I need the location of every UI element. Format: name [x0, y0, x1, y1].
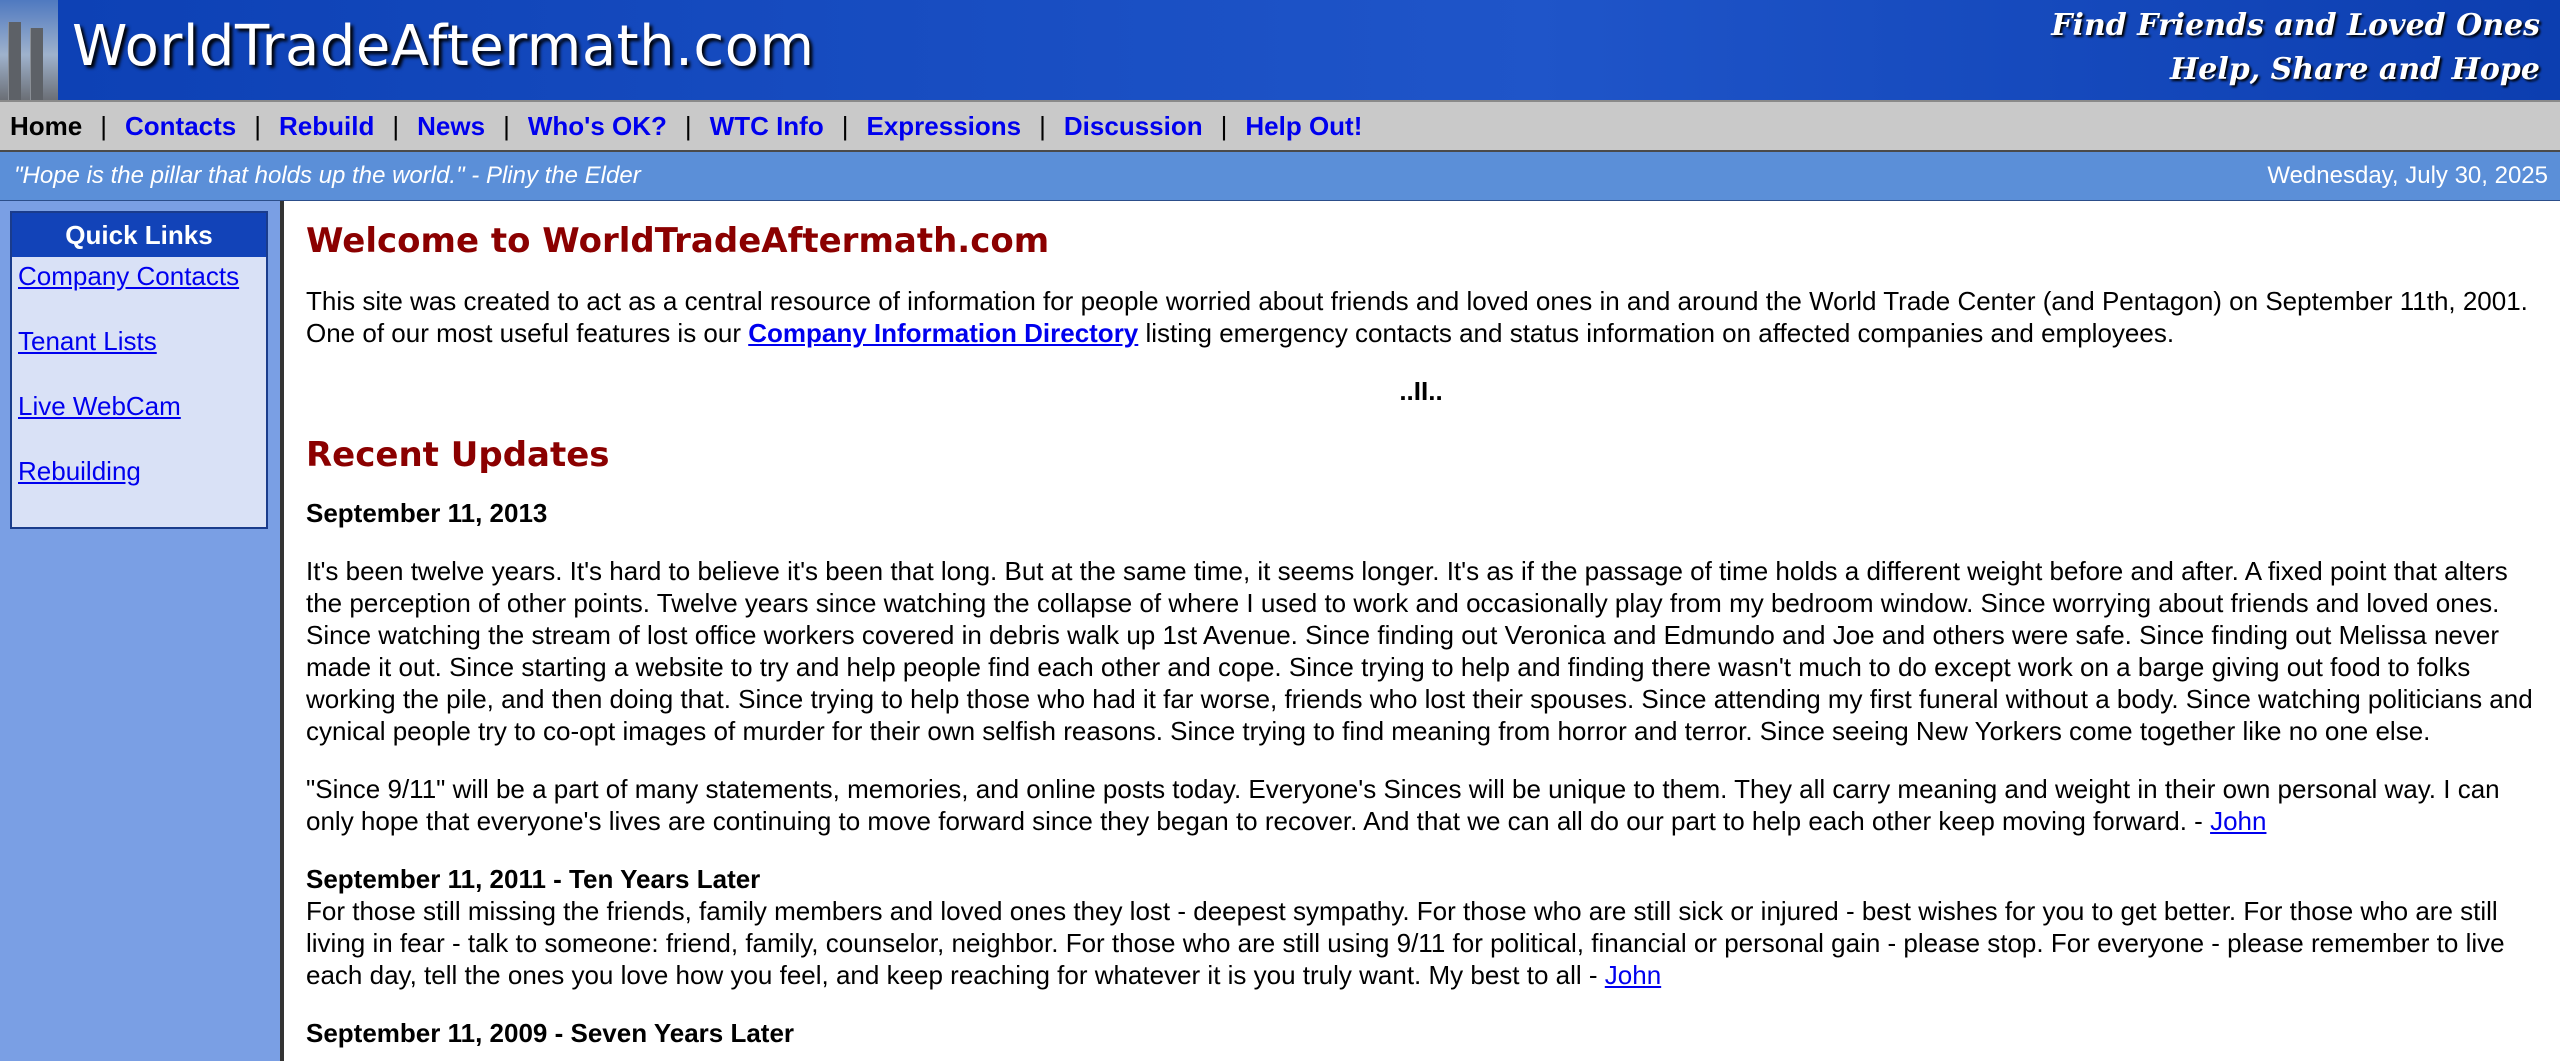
main-content: Welcome to WorldTradeAftermath.com This … — [284, 201, 2560, 1061]
quicklink-live-webcam[interactable]: Live WebCam — [18, 391, 181, 421]
twin-towers-logo-image — [0, 0, 58, 100]
update-date: September 11, 2009 - Seven Years Later — [306, 1018, 795, 1048]
tagline-line-2: Help, Share and Hope — [2169, 52, 2540, 87]
nav-whos-ok[interactable]: Who's OK? — [528, 111, 667, 142]
nav-separator: | — [1039, 110, 1046, 141]
quicklink-rebuilding[interactable]: Rebuilding — [18, 456, 141, 486]
nav-expressions[interactable]: Expressions — [867, 111, 1022, 142]
header-tagline: Find Friends and Loved Ones Help, Share … — [2051, 4, 2540, 92]
update-date: September 11, 2013 — [306, 498, 548, 528]
sidebar: Quick Links Company Contacts Tenant List… — [0, 201, 284, 1061]
company-directory-link[interactable]: Company Information Directory — [748, 318, 1138, 348]
quick-links-title: Quick Links — [12, 213, 266, 257]
nav-separator: | — [684, 110, 692, 141]
nav-separator: | — [503, 110, 510, 141]
quick-links-box: Quick Links Company Contacts Tenant List… — [10, 211, 268, 529]
section-divider: ..II.. — [1399, 376, 1443, 406]
nav-rebuild[interactable]: Rebuild — [279, 111, 374, 142]
update-paragraph: It's been twelve years. It's hard to bel… — [306, 556, 2533, 746]
nav-contacts[interactable]: Contacts — [125, 111, 236, 142]
author-link[interactable]: John — [2210, 806, 2266, 836]
site-header: WorldTradeAftermath.com Find Friends and… — [0, 0, 2560, 100]
update-date: September 11, 2011 - Ten Years Later — [306, 864, 761, 894]
tagline-line-1: Find Friends and Loved Ones — [2051, 8, 2540, 43]
nav-separator: | — [1220, 110, 1228, 141]
nav-discussion[interactable]: Discussion — [1064, 111, 1203, 142]
nav-wtc-info[interactable]: WTC Info — [710, 111, 824, 142]
nav-separator: | — [100, 110, 108, 141]
update-paragraph: "Since 9/11" will be a part of many stat… — [306, 774, 2500, 836]
update-paragraph: For those still missing the friends, fam… — [306, 896, 2505, 990]
recent-updates-title: Recent Updates — [306, 435, 610, 475]
quote-bar: "Hope is the pillar that holds up the wo… — [0, 152, 2560, 201]
author-link[interactable]: John — [1605, 960, 1661, 990]
main-navigation: Home | Contacts | Rebuild | News | Who's… — [0, 100, 2560, 152]
intro-paragraph: This site was created to act as a centra… — [306, 286, 2528, 348]
nav-separator: | — [254, 110, 262, 141]
site-logo[interactable]: WorldTradeAftermath.com — [72, 14, 815, 79]
nav-help-out[interactable]: Help Out! — [1245, 111, 1362, 142]
nav-separator: | — [841, 110, 849, 141]
nav-separator: | — [392, 110, 400, 141]
quicklink-company-contacts[interactable]: Company Contacts — [18, 261, 239, 291]
quote-text: "Hope is the pillar that holds up the wo… — [14, 162, 641, 189]
welcome-title: Welcome to WorldTradeAftermath.com — [306, 221, 1050, 261]
nav-home[interactable]: Home — [10, 111, 82, 142]
current-date: Wednesday, July 30, 2025 — [2267, 162, 2548, 189]
nav-news[interactable]: News — [417, 111, 485, 142]
quicklink-tenant-lists[interactable]: Tenant Lists — [18, 326, 157, 356]
